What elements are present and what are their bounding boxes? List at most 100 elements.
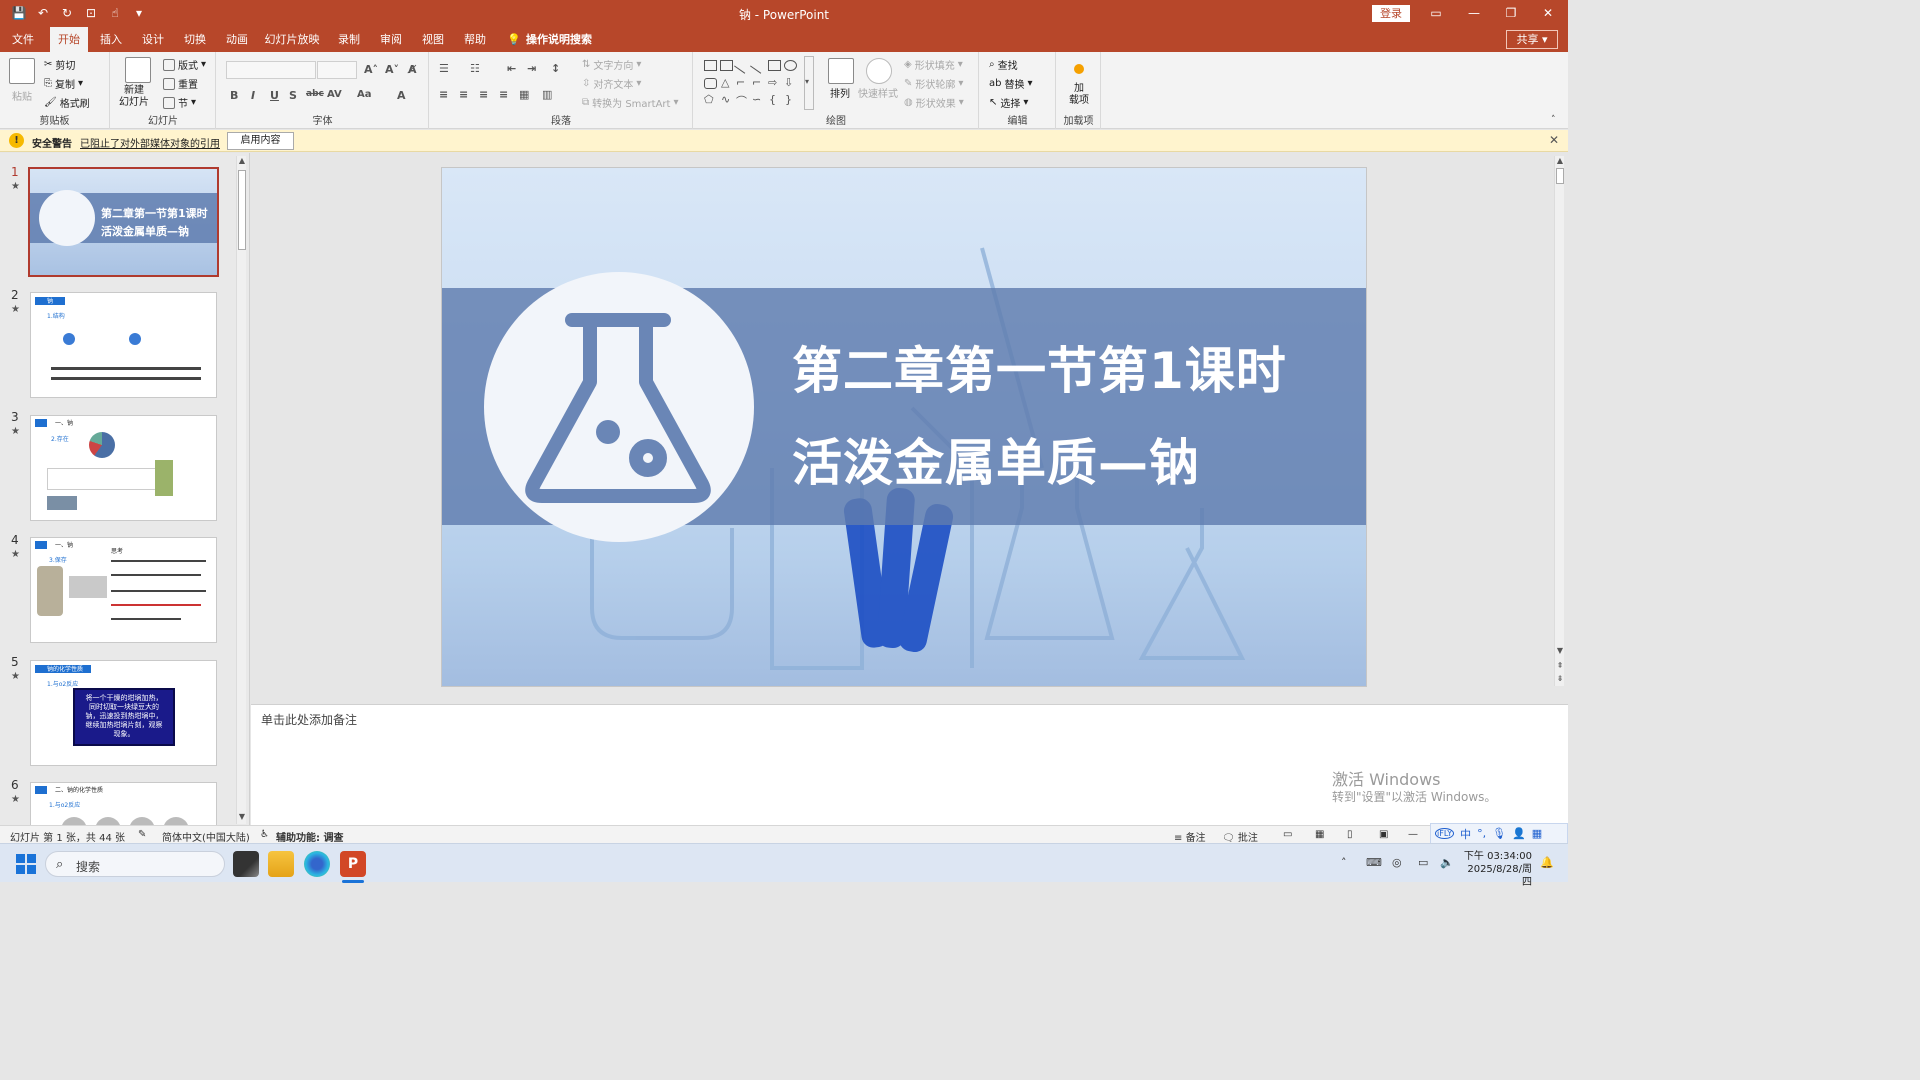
notes-toggle[interactable]: ≡ 备注	[1174, 829, 1206, 844]
layout-button[interactable]: 版式 ▾	[163, 57, 206, 72]
new-slide-button[interactable]: 新建 幻灯片	[119, 85, 149, 109]
pentagon-shape-icon[interactable]: ⬠	[704, 93, 714, 106]
slide-thumbnail-2[interactable]: 钠 1.结构	[30, 292, 217, 398]
underline-icon[interactable]: U	[270, 89, 279, 102]
new-slide-icon[interactable]	[125, 57, 151, 83]
security-message-link[interactable]: 已阻止了对外部媒体对象的引用	[80, 135, 220, 150]
decrease-font-icon[interactable]: A˅	[385, 63, 399, 76]
ime-logo-icon[interactable]: iFLY	[1435, 828, 1455, 839]
system-clock[interactable]: 下午 03:34:00 2025/8/28/周四	[1462, 850, 1532, 889]
notification-bell-icon[interactable]: 🔔	[1540, 856, 1554, 869]
share-button[interactable]: 共享 ▾	[1506, 30, 1558, 49]
brace-left-shape-icon[interactable]: {	[769, 93, 776, 106]
columns-icon[interactable]: ▥	[542, 88, 552, 101]
ribbon-display-icon[interactable]: ▭	[1426, 3, 1446, 23]
arrange-button[interactable]: 排列	[830, 85, 850, 100]
distribute-icon[interactable]: ▦	[519, 88, 529, 101]
language-indicator[interactable]: 简体中文(中国大陆)	[162, 829, 250, 844]
tab-view[interactable]: 视图	[414, 27, 452, 52]
connector-shape-icon[interactable]: ⌐	[736, 76, 745, 89]
accessibility-status[interactable]: 辅助功能: 调查	[276, 829, 343, 844]
quick-styles-icon[interactable]	[866, 58, 892, 84]
slide-thumbnail-6[interactable]: 二、钠的化学性质 1.与o2反应	[30, 782, 217, 825]
line-shape-icon[interactable]	[734, 57, 751, 74]
enable-content-button[interactable]: 启用内容	[227, 132, 294, 150]
file-explorer-icon[interactable]	[268, 851, 294, 877]
slide-title-line2[interactable]: 活泼金属单质—钠	[792, 423, 1200, 495]
ime-user-icon[interactable]: 👤	[1512, 827, 1526, 840]
slideshow-view-icon[interactable]: ▣	[1379, 829, 1388, 840]
arrow-shape-icon[interactable]	[750, 57, 767, 74]
shape-fill-button[interactable]: ◈ 形状填充 ▾	[904, 57, 963, 72]
ime-punctuation-icon[interactable]: °,	[1477, 827, 1486, 840]
collapse-ribbon-icon[interactable]: ˄	[1551, 115, 1556, 125]
find-button[interactable]: ⌕ 查找	[989, 57, 1018, 72]
taskbar-search[interactable]: ⌕ 搜索	[45, 851, 225, 877]
prev-slide-icon[interactable]: ⇞	[1555, 661, 1565, 670]
copy-button[interactable]: ⎘ 复制 ▾	[44, 76, 83, 91]
addins-icon[interactable]	[1074, 64, 1084, 74]
scroll-up-icon[interactable]: ▲	[1555, 156, 1565, 165]
rounded-rect-shape-icon[interactable]	[704, 78, 717, 89]
down-arrow-shape-icon[interactable]: ⇩	[784, 76, 793, 89]
paste-button[interactable]: 粘贴	[12, 88, 32, 103]
tab-slideshow[interactable]: 幻灯片放映	[262, 27, 322, 52]
paste-icon[interactable]	[9, 58, 35, 84]
slide-thumbnail-1[interactable]: 第二章第一节第1课时 活泼金属单质—钠	[28, 167, 219, 277]
scrollbar-thumb[interactable]	[1556, 168, 1564, 184]
powerpoint-app-icon[interactable]: P	[340, 851, 366, 877]
quick-styles-button[interactable]: 快速样式	[858, 85, 898, 100]
reading-view-icon[interactable]: ▯	[1347, 829, 1353, 840]
font-name-combo[interactable]	[226, 61, 316, 79]
align-right-icon[interactable]: ≡	[479, 88, 488, 101]
current-slide[interactable]: 第二章第一节第1课时 活泼金属单质—钠	[441, 167, 1367, 687]
scrollbar-thumb[interactable]	[238, 170, 246, 250]
tab-review[interactable]: 审阅	[372, 27, 410, 52]
slide-sorter-icon[interactable]: ▦	[1315, 829, 1324, 840]
normal-view-icon[interactable]: ▭	[1283, 829, 1292, 840]
windows-start-icon[interactable]	[16, 854, 36, 874]
char-spacing-icon[interactable]: AV	[327, 89, 342, 100]
login-button[interactable]: 登录	[1372, 5, 1410, 22]
arrange-icon[interactable]	[828, 58, 854, 84]
shape-outline-button[interactable]: ✎ 形状轮廓 ▾	[904, 76, 963, 91]
select-button[interactable]: ↖ 选择 ▾	[989, 95, 1028, 110]
bold-icon[interactable]: B	[230, 89, 238, 102]
shadow-icon[interactable]: S	[289, 89, 297, 102]
clear-formatting-icon[interactable]: A̸	[408, 63, 417, 76]
text-direction-button[interactable]: ⇅ 文字方向 ▾	[582, 57, 641, 72]
scroll-up-icon[interactable]: ▲	[237, 156, 247, 165]
curve-shape-icon[interactable]: ∿	[721, 93, 730, 106]
reset-button[interactable]: 重置	[163, 76, 198, 91]
rectangle-shape-icon[interactable]	[768, 60, 781, 71]
slide-thumbnail-5[interactable]: 钠的化学性质 1.与o2反应 将一个干燥的坩埚加热，同时切取一块绿豆大的钠，迅速…	[30, 660, 217, 766]
change-case-icon[interactable]: Aa	[357, 89, 372, 100]
line-spacing-icon[interactable]: ↕	[551, 62, 560, 75]
accessibility-icon[interactable]: ♿	[260, 829, 269, 840]
display-icon[interactable]: ▭	[1418, 856, 1428, 869]
brace-right-shape-icon[interactable]: }	[785, 93, 792, 106]
scroll-down-icon[interactable]: ▼	[237, 812, 247, 821]
keyboard-icon[interactable]: ⌨	[1366, 856, 1382, 869]
volume-icon[interactable]: 🔈	[1440, 856, 1454, 869]
zoom-out-icon[interactable]: —	[1408, 829, 1418, 840]
tab-transitions[interactable]: 切换	[176, 27, 214, 52]
ime-grid-icon[interactable]: ▦	[1532, 827, 1542, 840]
maximize-icon[interactable]: ❐	[1501, 3, 1521, 23]
freeform-shape-icon[interactable]: ∽	[752, 93, 761, 106]
next-slide-icon[interactable]: ⇟	[1555, 674, 1565, 683]
tab-animations[interactable]: 动画	[218, 27, 256, 52]
align-left-icon[interactable]: ≡	[439, 88, 448, 101]
font-color-icon[interactable]: A	[397, 89, 406, 102]
decrease-indent-icon[interactable]: ⇤	[507, 62, 516, 75]
tab-help[interactable]: 帮助	[456, 27, 494, 52]
ime-chinese-mode[interactable]: 中	[1460, 826, 1471, 842]
comments-toggle[interactable]: 🗨 批注	[1222, 829, 1258, 844]
close-icon[interactable]: ✕	[1538, 3, 1558, 23]
tell-me-search[interactable]: 操作说明搜索	[526, 27, 592, 52]
increase-font-icon[interactable]: A˄	[364, 63, 378, 76]
align-text-button[interactable]: ⇳ 对齐文本 ▾	[582, 76, 641, 91]
scroll-down-icon[interactable]: ▼	[1555, 646, 1565, 655]
elbow-shape-icon[interactable]: ⌐	[752, 76, 761, 89]
cut-button[interactable]: ✂ 剪切	[44, 57, 75, 72]
